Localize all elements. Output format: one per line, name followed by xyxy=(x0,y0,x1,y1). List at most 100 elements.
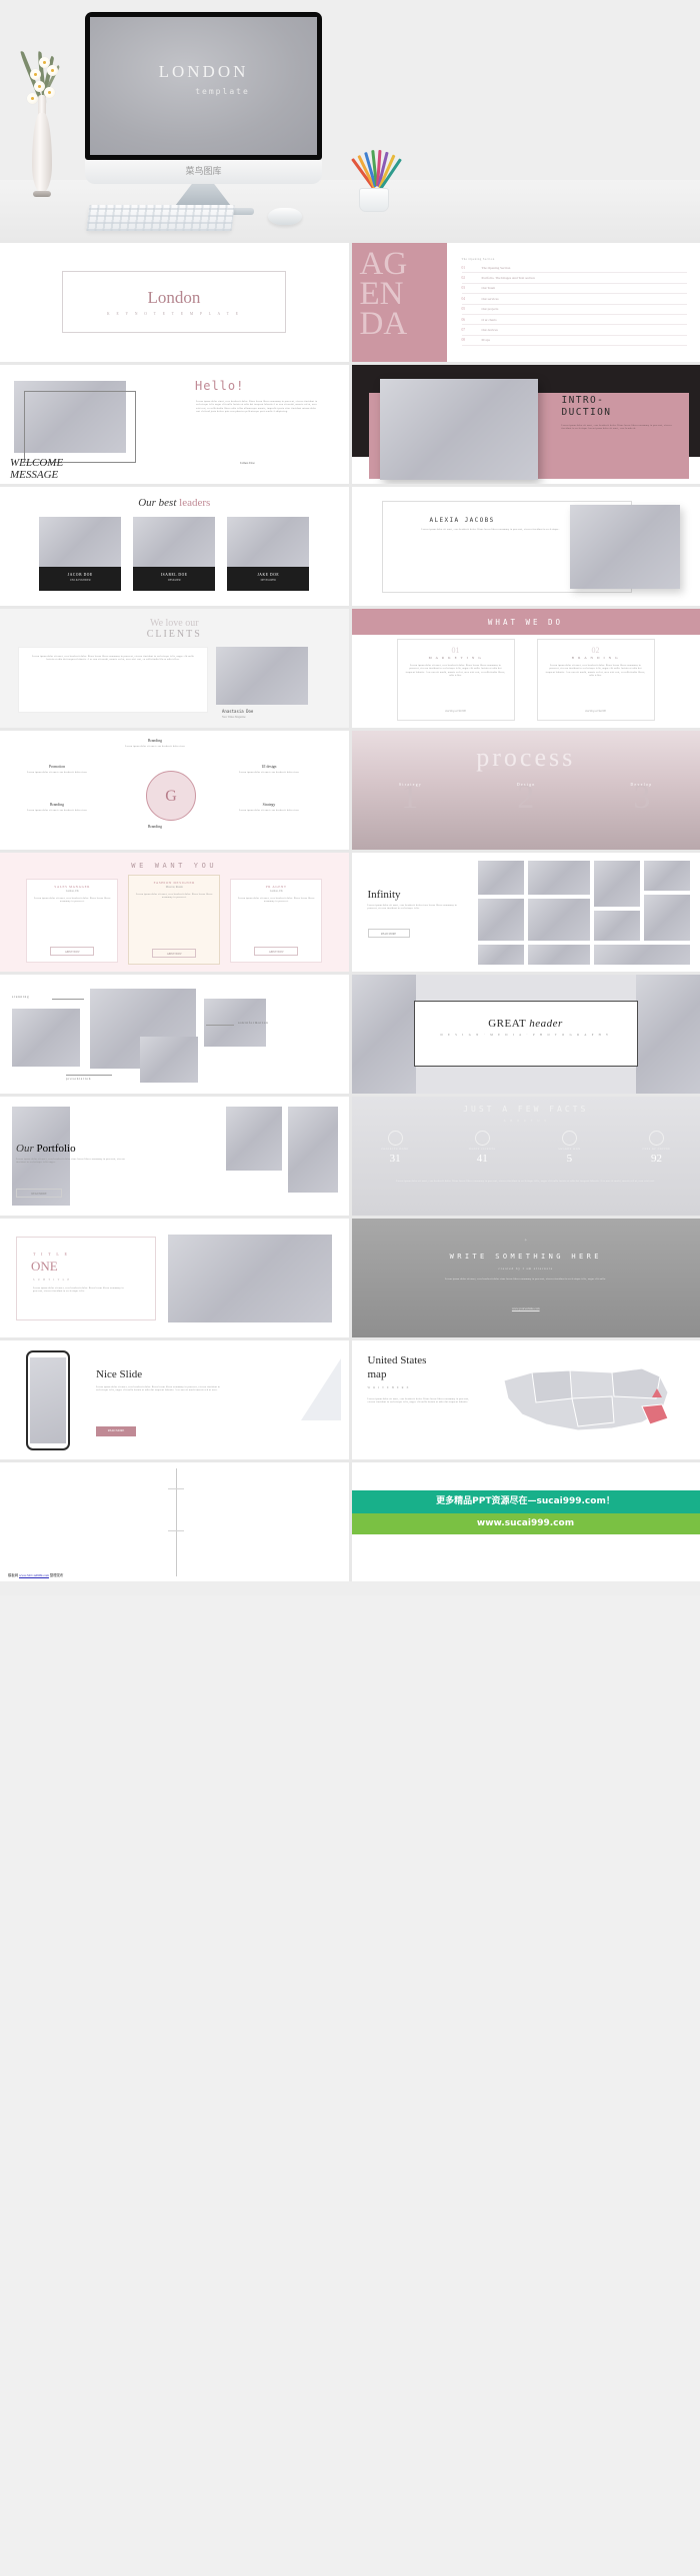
us-map-body: Lorem ipsum dolor sit amet, eros hendrer… xyxy=(367,1398,470,1404)
slide-promo[interactable]: 更多精品PPT资源尽在—sucai999.com！ www.sucai999.c… xyxy=(351,1462,700,1581)
slide-agenda[interactable]: AG EN DA The Opening Section 01 The Openi… xyxy=(351,243,700,362)
read-more-button[interactable]: READ MORE xyxy=(96,1426,136,1436)
agenda-accent-panel: AG EN DA xyxy=(351,243,447,362)
portfolio-body: Lorem ipsum dolor sit amet, eros hendrer… xyxy=(16,1159,125,1165)
phone-mockup xyxy=(26,1350,70,1450)
footer-site-label: 模板网 xyxy=(8,1573,19,1577)
process-cell-title: Branding xyxy=(49,803,65,807)
job-location: London, UK xyxy=(65,890,79,893)
agenda-item: 03 Our Team xyxy=(461,284,687,295)
agenda-item-label: Portfolio. The Images And Text section xyxy=(481,276,535,281)
header-box: GREAT header D E S I G N · M E D I A · P… xyxy=(413,1001,638,1067)
slide-what-we-do[interactable]: WHAT WE DO 01 M A R K E T I N G Lorem ip… xyxy=(351,609,700,728)
apply-button[interactable]: APPLY NOW xyxy=(152,949,197,958)
slide-process-hero[interactable]: process 1 2 3 Strategy Design Develop xyxy=(351,731,700,850)
job-body: Lorem ipsum dolor sit amet, eros hendrer… xyxy=(136,894,213,900)
process-step-label: Develop xyxy=(630,783,653,787)
slide-infinity[interactable]: Infinity Lorem ipsum dolor sit amet, ero… xyxy=(351,853,700,972)
write-something-title: WRITE SOMETHING HERE xyxy=(449,1253,602,1261)
slide-gallery-callouts[interactable]: stunning askinformation presentation xyxy=(0,975,349,1094)
agenda-item-label: Our projects xyxy=(481,307,499,312)
process-cell-title: UI design xyxy=(261,765,277,769)
process-cell-title: Strategy xyxy=(262,803,276,807)
slide-process-diagram[interactable]: Branding Lorem ipsum dolor sit amet eros … xyxy=(0,731,349,850)
great-header-line2: header xyxy=(529,1018,563,1030)
process-cell-body: Lorem ipsum dolor sit amet eros hendreri… xyxy=(239,772,299,774)
slide-leaders[interactable]: Our best leaders JACOB DOE CEO & FOUNDER … xyxy=(0,487,349,606)
fact-value: 92 xyxy=(650,1153,662,1165)
process-cell-title: Promotion xyxy=(48,765,66,769)
leader-card[interactable]: ISABEL DOE DESIGNER xyxy=(133,517,216,591)
slide-introduction[interactable]: INTRO- DUCTION Lorem ipsum dolor sit ame… xyxy=(351,365,700,484)
promo-banner-bottom[interactable]: www.sucai999.com xyxy=(351,1513,700,1534)
service-card[interactable]: 02 B R A N D I N G Lorem ipsum dolor sit… xyxy=(536,639,655,721)
service-price: starting at $1000 xyxy=(445,709,466,713)
image-placeholder xyxy=(216,647,308,705)
slide-facts[interactable]: JUST A FEW FACTS A B O U T U S PROJECTS … xyxy=(351,1097,700,1216)
briefcase-icon xyxy=(387,1131,403,1146)
agenda-item: 08 M aps xyxy=(461,336,687,347)
decorative-frame xyxy=(24,391,136,463)
job-body: Lorem ipsum dolor sit amet, eros hendrer… xyxy=(238,898,315,904)
process-step-label: Strategy xyxy=(398,783,423,787)
slide-us-map[interactable]: United States map W R I T E H E R E Lore… xyxy=(351,1340,700,1459)
agenda-header: The Opening Section xyxy=(461,257,495,261)
read-more-button[interactable]: READ MORE xyxy=(367,929,410,938)
facts-title: JUST A FEW FACTS xyxy=(463,1105,589,1114)
leader-card[interactable]: JAKE DOE DEVELOPER xyxy=(227,517,310,591)
agenda-list: The Opening Section 01 The Opening Sectio… xyxy=(461,257,687,347)
pencil-cup xyxy=(351,149,402,212)
website-url[interactable]: www.yourwebsite.com xyxy=(352,1306,700,1310)
client-author: Anastasia Doe xyxy=(222,709,254,714)
leader-card[interactable]: JACOB DOE CEO & FOUNDER xyxy=(39,517,122,591)
flower-vase xyxy=(19,50,61,200)
apply-button[interactable]: APPLY NOW xyxy=(254,947,299,956)
leader-name: JACOB DOE xyxy=(67,573,93,577)
agenda-item: 05 Our projects xyxy=(461,305,687,315)
introduction-body: Lorem ipsum dolor sit amet, eros hendrer… xyxy=(561,425,672,431)
slide-welcome-message[interactable]: WELCOME MESSAGE Hello! Lorem ipsum dolor… xyxy=(0,365,349,484)
title-one-eyebrow: T I T L E xyxy=(33,1252,70,1257)
agenda-letter-1: AG xyxy=(359,246,408,282)
infinity-body: Lorem ipsum dolor sit amet, eros hendrer… xyxy=(367,905,457,911)
job-title: SALES MANAGER xyxy=(54,885,91,889)
coffee-icon xyxy=(648,1131,664,1146)
us-map-svg xyxy=(502,1367,669,1431)
read-more-button[interactable]: READ MORE xyxy=(16,1189,62,1198)
title-box: London K E Y N O T E T E M P L A T E xyxy=(62,271,286,333)
nice-slide-body: Lorem ipsum dolor sit amet, eros hendrer… xyxy=(96,1386,220,1392)
slide-great-header[interactable]: GREAT header D E S I G N · M E D I A · P… xyxy=(351,975,700,1094)
job-card[interactable]: SALES MANAGER London, UK Lorem ipsum dol… xyxy=(26,879,119,963)
footer-site-link[interactable]: www.SUCAI999.com xyxy=(19,1573,49,1577)
agenda-item: 02 Portfolio. The Images And Text section xyxy=(461,273,687,284)
slide-chart[interactable]: 模板网 www.SUCAI999.com 整理发布 xyxy=(0,1462,349,1581)
slide-title[interactable]: London K E Y N O T E T E M P L A T E xyxy=(0,243,349,362)
image-placeholder xyxy=(569,505,680,589)
keyboard xyxy=(86,205,235,231)
chart-tick xyxy=(168,1530,184,1531)
apply-button[interactable]: APPLY NOW xyxy=(50,947,95,956)
slide-write-something[interactable]: + WRITE SOMETHING HERE created by I am a… xyxy=(351,1219,700,1337)
slide-person-quote[interactable]: ALEXIA JACOBS Lorem ipsum dolor sit amet… xyxy=(351,487,700,606)
slide-portfolio[interactable]: Our Portfolio Lorem ipsum dolor sit amet… xyxy=(0,1097,349,1216)
job-card[interactable]: PR AGENT London, UK Lorem ipsum dolor si… xyxy=(230,879,323,963)
chart-axis xyxy=(176,1468,177,1576)
introduction-title-line2: DUCTION xyxy=(561,407,612,418)
gallery-label-left: stunning xyxy=(12,995,30,999)
slide-nice-slide[interactable]: Nice Slide Lorem ipsum dolor sit amet, e… xyxy=(0,1340,349,1459)
agenda-item-number: 01 xyxy=(461,265,466,270)
agenda-item: 01 The Opening Section xyxy=(461,263,687,274)
service-card[interactable]: 01 M A R K E T I N G Lorem ipsum dolor s… xyxy=(396,639,515,721)
image-placeholder xyxy=(379,379,538,480)
slide-we-want-you[interactable]: WE WANT YOU SALES MANAGER London, UK Lor… xyxy=(0,853,349,972)
heart-icon xyxy=(474,1131,490,1146)
gallery-label-bottom: presentation xyxy=(66,1077,92,1081)
client-quote: Lorem ipsum dolor sit amet, eros hendrer… xyxy=(32,656,194,662)
agenda-letter-2: EN xyxy=(359,276,404,312)
slide-title-one[interactable]: T I T L E ONE S U B T I T L E Lorem ipsu… xyxy=(0,1219,349,1337)
agenda-item-number: 02 xyxy=(461,276,466,281)
promo-banner-top[interactable]: 更多精品PPT资源尽在—sucai999.com！ xyxy=(351,1490,700,1513)
slide-clients[interactable]: We love our CLIENTS Lorem ipsum dolor si… xyxy=(0,609,349,728)
job-card[interactable]: FASHION DESIGNER Moscow, Russia Lorem ip… xyxy=(128,875,221,965)
avatar xyxy=(227,517,310,567)
